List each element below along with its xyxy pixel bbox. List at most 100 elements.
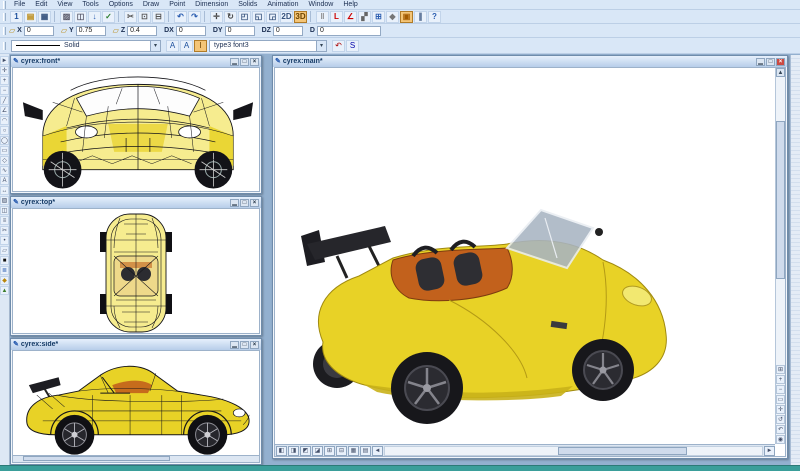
view-config-button-1[interactable]: ◧	[276, 446, 287, 456]
menu-draw[interactable]: Draw	[138, 0, 164, 10]
dimension-icon[interactable]: ↔	[0, 186, 9, 195]
menu-options[interactable]: Options	[104, 0, 138, 10]
chevron-down-icon[interactable]: ▾	[150, 41, 160, 51]
cascade-icon[interactable]: ◱	[252, 11, 265, 23]
rectangle-icon[interactable]: ▭	[0, 146, 9, 155]
info-icon[interactable]: ∥	[414, 11, 427, 23]
trim-icon[interactable]: ✂	[0, 226, 9, 235]
zoom-extents-icon[interactable]: ⊞	[776, 365, 785, 374]
font-style-select[interactable]: type3 font3 ▾	[209, 40, 327, 52]
front-view-canvas[interactable]	[12, 67, 260, 192]
scroll-up-arrow[interactable]: ▲	[776, 68, 785, 77]
coord-z-input[interactable]	[127, 26, 157, 36]
menu-file[interactable]: File	[9, 0, 30, 10]
zoom-in-icon[interactable]: +	[0, 76, 9, 85]
window-titlebar[interactable]: ✎ cyrex:side* ▁□×	[11, 339, 261, 350]
point-icon[interactable]: •	[0, 236, 9, 245]
menu-animation[interactable]: Animation	[262, 0, 303, 10]
materials-icon[interactable]: ◆	[0, 276, 9, 285]
minimize-button[interactable]: ▁	[230, 341, 239, 349]
coord-dy-input[interactable]	[225, 26, 255, 36]
side-horizontal-scrollbar[interactable]	[13, 455, 259, 462]
polyline-icon[interactable]: ∠	[0, 106, 9, 115]
mirror-icon[interactable]: ◫	[0, 206, 9, 215]
circle-icon[interactable]: ○	[0, 126, 9, 135]
window-titlebar[interactable]: ✎ cyrex:main* ▁□×	[273, 56, 787, 67]
view-config-button-6[interactable]: ⊟	[336, 446, 347, 456]
main-3d-canvas[interactable]: ▲ ⊞+−▭✛↺↶◉ ◧◨◩◪⊞⊟▦▤ ◄ ►	[274, 67, 786, 457]
render-view-icon[interactable]: ▲	[0, 286, 9, 295]
pan-view-icon[interactable]: ✛	[776, 405, 785, 414]
ellipse-icon[interactable]: ◯	[0, 136, 9, 145]
scrollbar-track[interactable]	[384, 446, 763, 456]
open-icon[interactable]: ▤	[24, 11, 37, 23]
text-color-button[interactable]: I	[194, 40, 207, 52]
redo-icon[interactable]: ↷	[188, 11, 201, 23]
mode-3d-button[interactable]: 3D	[294, 11, 307, 23]
save-icon[interactable]: ▦	[38, 11, 51, 23]
spline-icon[interactable]: ∿	[0, 166, 9, 175]
rotate-icon[interactable]: ↻	[224, 11, 237, 23]
menu-point[interactable]: Point	[164, 0, 190, 10]
context-help-icon[interactable]: ?	[428, 11, 441, 23]
orbit-icon[interactable]: ↺	[776, 415, 785, 424]
offset-icon[interactable]: ≡	[0, 216, 9, 225]
chevron-down-icon[interactable]: ▾	[316, 41, 326, 51]
close-button[interactable]: ×	[250, 58, 259, 66]
text-icon[interactable]: A	[0, 176, 9, 185]
scroll-left-arrow[interactable]: ◄	[372, 446, 383, 456]
scrollbar-thumb[interactable]	[23, 456, 171, 461]
view-config-button-2[interactable]: ◨	[288, 446, 299, 456]
close-button[interactable]: ×	[776, 58, 785, 66]
toolbar-grip[interactable]	[3, 13, 6, 21]
copy-icon[interactable]: ⊡	[138, 11, 151, 23]
undo-icon[interactable]: ↶	[174, 11, 187, 23]
font-smaller-button[interactable]: A	[180, 40, 193, 52]
menu-tools[interactable]: Tools	[77, 0, 103, 10]
polygon-icon[interactable]: ◇	[0, 156, 9, 165]
check-icon[interactable]: ✓	[102, 11, 115, 23]
scrollbar-thumb[interactable]	[776, 121, 785, 279]
menu-view[interactable]: View	[52, 0, 77, 10]
hatch-icon[interactable]: ▨	[0, 196, 9, 205]
lights-icon[interactable]: ‖	[316, 11, 329, 23]
print-icon[interactable]: ▨	[60, 11, 73, 23]
close-button[interactable]: ×	[250, 199, 259, 207]
window-titlebar[interactable]: ✎ cyrex:front* ▁□×	[11, 56, 261, 67]
toolbar-grip[interactable]	[3, 1, 6, 9]
zoom-out-icon[interactable]: −	[776, 385, 785, 394]
side-view-canvas[interactable]	[12, 350, 260, 463]
main-horizontal-scrollbar[interactable]: ◧◨◩◪⊞⊟▦▤ ◄ ►	[275, 444, 775, 456]
view-config-button-5[interactable]: ⊞	[324, 446, 335, 456]
menu-solids[interactable]: Solids	[233, 0, 262, 10]
view-config-button-7[interactable]: ▦	[348, 446, 359, 456]
move-icon[interactable]: ✛	[210, 11, 223, 23]
font-larger-button[interactable]: A	[166, 40, 179, 52]
menu-help[interactable]: Help	[338, 0, 362, 10]
camera-icon[interactable]: ◉	[776, 435, 785, 444]
render-icon[interactable]: ▣	[400, 11, 413, 23]
import-icon[interactable]: ↓	[88, 11, 101, 23]
line-style-select[interactable]: Solid ▾	[11, 40, 161, 52]
zoom-in-icon[interactable]: +	[776, 375, 785, 384]
cut-icon[interactable]: ✂	[124, 11, 137, 23]
line-icon[interactable]: ╱	[0, 96, 9, 105]
previous-view-icon[interactable]: ↶	[776, 425, 785, 434]
window-titlebar[interactable]: ✎ cyrex:top* ▁□×	[11, 197, 261, 208]
view-config-button-3[interactable]: ◩	[300, 446, 311, 456]
new-icon[interactable]: 1	[10, 11, 23, 23]
coord-dz-input[interactable]	[273, 26, 303, 36]
view-config-button-8[interactable]: ▤	[360, 446, 371, 456]
zoom-window-icon[interactable]: ▭	[776, 395, 785, 404]
layer-icon[interactable]: ≣	[0, 266, 9, 275]
mode-2d-button[interactable]: 2D	[280, 11, 293, 23]
print-preview-icon[interactable]: ◫	[74, 11, 87, 23]
toolbar-grip[interactable]	[3, 27, 6, 35]
toolbar-grip[interactable]	[3, 42, 6, 50]
coord-y-input[interactable]	[76, 26, 106, 36]
view-config-button-4[interactable]: ◪	[312, 446, 323, 456]
pan-icon[interactable]: ✛	[0, 66, 9, 75]
line-tool-icon[interactable]: L	[330, 11, 343, 23]
coord-x-input[interactable]	[24, 26, 54, 36]
close-button[interactable]: ×	[250, 341, 259, 349]
